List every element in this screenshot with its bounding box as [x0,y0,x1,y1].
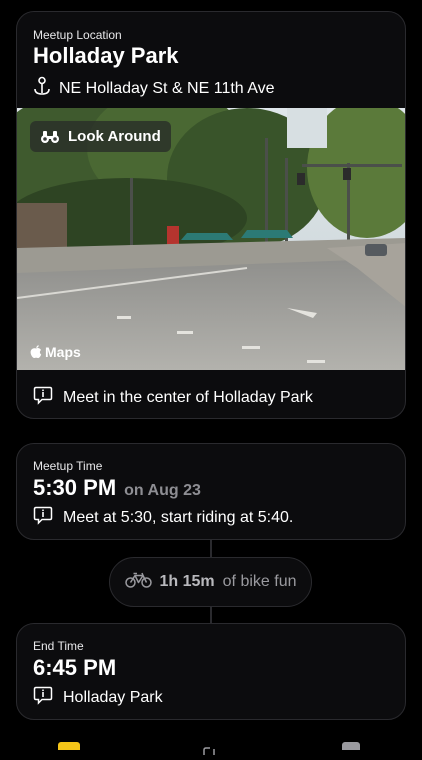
ride-duration-suffix: of bike fun [222,573,297,590]
meetup-time-note-row: Meet at 5:30, start riding at 5:40. [33,506,293,530]
meetup-time-value: 5:30 PM [33,475,117,500]
end-time-value: 6:45 PM [33,655,117,680]
end-time-card: End Time 6:45 PM Holladay Park [16,623,406,720]
ride-duration: 1h 15m [159,573,215,590]
address-text: NE Holladay St & NE 11th Ave [59,79,275,97]
meetup-note-text: Meet in the center of Holladay Park [63,389,313,406]
look-around-image[interactable]: Look Around Maps [17,108,405,370]
info-bubble-icon [33,386,53,410]
apple-icon [30,345,42,359]
meetup-time-row: 5:30 PM on Aug 23 [33,475,201,501]
meetup-time-note-text: Meet at 5:30, start riding at 5:40. [63,509,294,526]
binoculars-icon [40,130,60,144]
location-title: Holladay Park [33,43,179,68]
look-around-button[interactable]: Look Around [30,121,171,152]
end-note-row: Holladay Park [33,686,163,710]
tab-more-icon[interactable] [342,742,360,750]
meetup-date: on Aug 23 [124,482,201,499]
tab-route-icon[interactable] [200,742,220,755]
look-around-label: Look Around [68,128,161,145]
location-pin-icon [33,76,51,101]
meetup-time-label: Meetup Time [33,459,103,473]
info-bubble-icon [33,686,53,710]
info-bubble-icon [33,506,53,530]
timeline-connector [210,607,212,623]
meetup-note-row: Meet in the center of Holladay Park [33,386,313,410]
apple-maps-logo: Maps [30,344,81,360]
tab-home-icon[interactable] [58,742,80,750]
meetup-location-card: Meetup Location Holladay Park NE Hollada… [16,11,406,419]
ride-duration-pill: 1h 15m of bike fun [109,557,312,607]
timeline-connector [210,540,212,557]
address-row[interactable]: NE Holladay St & NE 11th Ave [33,76,275,101]
end-note-text: Holladay Park [63,689,163,706]
bicycle-icon [124,572,152,593]
meetup-time-card: Meetup Time 5:30 PM on Aug 23 Meet at 5:… [16,443,406,540]
meetup-location-label: Meetup Location [33,28,122,42]
maps-label: Maps [45,344,81,360]
end-time-label: End Time [33,639,84,653]
